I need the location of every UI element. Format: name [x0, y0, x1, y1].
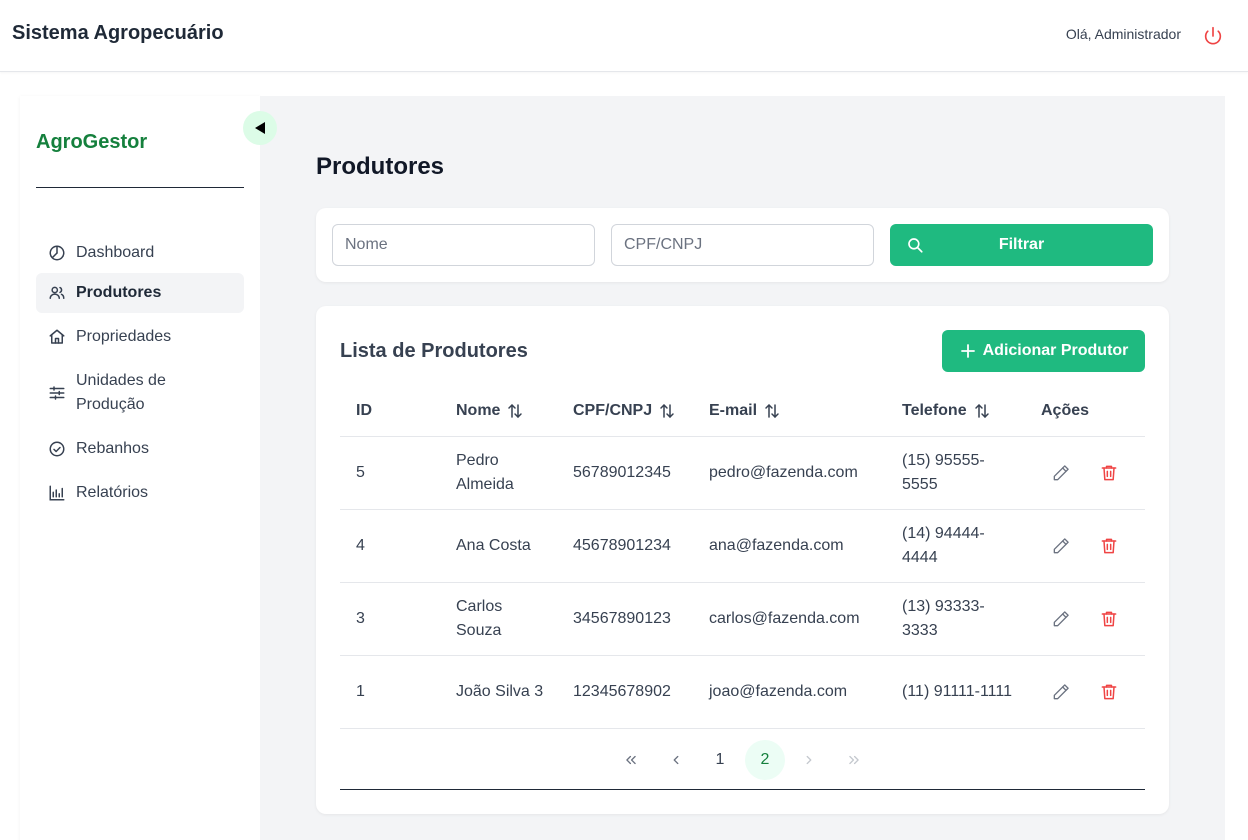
cell-name: Ana Costa	[456, 537, 531, 554]
sidebar-item-dashboard[interactable]: Dashboard	[36, 233, 244, 273]
column-header-email[interactable]: E-mail	[709, 402, 781, 420]
chevrons-right-icon	[849, 755, 859, 765]
add-producer-label: Adicionar Produtor	[982, 342, 1129, 359]
app-title: Sistema Agropecuário	[12, 22, 224, 44]
chevron-right-icon	[806, 755, 812, 765]
sidebar-item-label: Produtores	[76, 284, 162, 301]
last-page-button[interactable]	[834, 740, 874, 780]
collapse-sidebar-button[interactable]	[243, 111, 277, 145]
next-page-button[interactable]	[789, 740, 829, 780]
sidebar-item-label: Unidades de Produção	[76, 372, 166, 413]
sidebar-item-label: Relatórios	[76, 484, 149, 501]
page-button-1[interactable]: 1	[700, 740, 740, 780]
cell-doc: 45678901234	[573, 537, 671, 554]
list-title: Lista de Produtores	[340, 340, 528, 362]
page-title: Produtores	[316, 153, 445, 180]
add-producer-button[interactable]: Adicionar Produtor	[942, 330, 1145, 372]
chevrons-left-icon	[626, 755, 636, 765]
cell-name: Carlos Souza	[456, 598, 503, 639]
edit-icon[interactable]	[1051, 463, 1071, 483]
column-header-cpf-cnpj[interactable]: CPF/CNPJ	[573, 402, 676, 420]
sidebar-item-propriedades[interactable]: Propriedades	[36, 317, 244, 357]
cell-email: ana@fazenda.com	[709, 537, 844, 554]
bar-chart-icon	[49, 485, 65, 501]
search-icon	[908, 238, 923, 253]
sidebar: AgroGestor Dashboard Produtores Propried…	[20, 96, 260, 840]
cell-email: joao@fazenda.com	[709, 683, 848, 700]
cell-id: 3	[356, 610, 365, 627]
trash-icon[interactable]	[1099, 609, 1119, 629]
cell-phone: (14) 94444-4444	[902, 525, 985, 566]
previous-page-button[interactable]	[656, 740, 696, 780]
sidebar-item-rebanhos[interactable]: Rebanhos	[36, 429, 244, 469]
user-greeting: Olá, Administrador	[1065, 26, 1181, 42]
edit-icon[interactable]	[1051, 536, 1071, 556]
cell-name: Pedro Almeida	[456, 452, 514, 493]
sort-icon[interactable]	[973, 402, 991, 420]
table-row: 3 Carlos Souza 34567890123 carlos@fazend…	[340, 583, 1145, 656]
sort-icon[interactable]	[763, 402, 781, 420]
trash-icon[interactable]	[1099, 536, 1119, 556]
sort-icon[interactable]	[658, 402, 676, 420]
main-content: Produtores Filtrar Lista de Produtores A…	[260, 96, 1225, 840]
edit-icon[interactable]	[1051, 682, 1071, 702]
sidebar-item-unidades-de-producao[interactable]: Unidades de Produção	[36, 361, 244, 425]
dashboard-icon	[49, 245, 65, 261]
power-icon[interactable]	[1202, 25, 1224, 47]
first-page-button[interactable]	[611, 740, 651, 780]
sidebar-item-label: Rebanhos	[76, 440, 149, 457]
trash-icon[interactable]	[1099, 463, 1119, 483]
plus-icon	[960, 344, 975, 358]
brand-divider	[36, 187, 244, 188]
cell-doc: 56789012345	[573, 464, 671, 481]
users-icon	[49, 286, 65, 299]
column-header-nome[interactable]: Nome	[456, 402, 524, 420]
doc-filter-input[interactable]	[611, 224, 874, 266]
column-header-telefone[interactable]: Telefone	[902, 402, 991, 420]
name-filter-input[interactable]	[332, 224, 595, 266]
sidebar-item-relatorios[interactable]: Relatórios	[36, 473, 244, 513]
sort-icon[interactable]	[506, 402, 524, 420]
column-header-id: ID	[356, 402, 372, 419]
cell-phone: (11) 91111-1111	[902, 683, 1012, 700]
table-row: 5 Pedro Almeida 56789012345 pedro@fazend…	[340, 437, 1145, 510]
page-button-2[interactable]: 2	[745, 740, 785, 780]
cell-id: 5	[356, 464, 365, 481]
cell-name: João Silva 3	[456, 683, 544, 700]
cell-phone: (13) 93333-3333	[902, 598, 985, 639]
column-header-acoes: Ações	[1041, 402, 1090, 419]
edit-icon[interactable]	[1051, 609, 1071, 629]
home-icon	[49, 329, 65, 344]
producers-table: ID Nome CPF/CNPJ E-mail Telefone Ações 5…	[340, 392, 1145, 729]
table-header: ID Nome CPF/CNPJ E-mail Telefone Ações	[340, 392, 1145, 437]
cell-phone: (15) 95555-5555	[902, 452, 985, 493]
cell-doc: 12345678902	[573, 683, 671, 700]
sidebar-item-label: Propriedades	[76, 328, 172, 345]
cell-id: 4	[356, 537, 365, 554]
cell-email: carlos@fazenda.com	[709, 610, 860, 627]
check-circle-icon	[49, 441, 65, 457]
sliders-icon	[49, 386, 65, 400]
sidebar-item-produtores[interactable]: Produtores	[36, 273, 244, 313]
cell-id: 1	[356, 683, 365, 700]
table-row: 1 João Silva 3 12345678902 joao@fazenda.…	[340, 656, 1145, 729]
brand-name: AgroGestor	[36, 131, 148, 153]
table-row: 4 Ana Costa 45678901234 ana@fazenda.com …	[340, 510, 1145, 583]
filter-button[interactable]: Filtrar	[890, 224, 1153, 266]
top-bar: Sistema Agropecuário Olá, Administrador	[0, 0, 1248, 72]
cell-doc: 34567890123	[573, 610, 671, 627]
chevron-left-icon	[673, 755, 679, 765]
triangle-left-icon	[255, 122, 265, 134]
filter-button-label: Filtrar	[998, 236, 1045, 253]
cell-email: pedro@fazenda.com	[709, 464, 858, 481]
sidebar-item-label: Dashboard	[76, 244, 155, 261]
filter-card: Filtrar	[316, 208, 1169, 282]
pagination: 1 2	[340, 736, 1145, 790]
producers-list-card: Lista de Produtores Adicionar Produtor I…	[316, 306, 1169, 814]
trash-icon[interactable]	[1099, 682, 1119, 702]
